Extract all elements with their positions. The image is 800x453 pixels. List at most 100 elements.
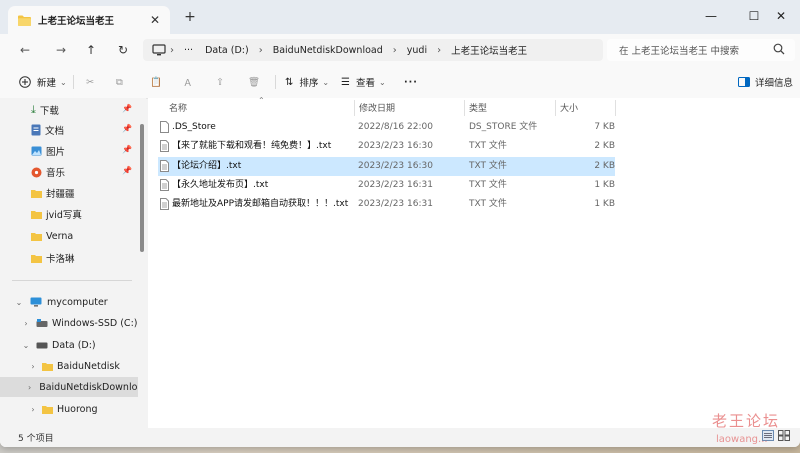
sidebar-item-label: BaiduNetdiskDownload	[39, 381, 138, 393]
sidebar-item-baidunetdisk[interactable]: › BaiduNetdisk	[0, 356, 138, 376]
details-pane-button[interactable]: 详细信息	[738, 73, 793, 91]
cut-button[interactable]: ✂	[86, 73, 94, 91]
sidebar-item-huorong[interactable]: › Huorong	[0, 399, 138, 419]
column-header-date[interactable]: 修改日期	[359, 98, 395, 116]
chevron-right-icon[interactable]: ›	[28, 383, 31, 392]
pin-icon[interactable]: 📌	[122, 124, 132, 133]
breadcrumb-baidunetdiskdownload[interactable]: BaiduNetdiskDownload	[267, 45, 389, 56]
view-label: 查看	[355, 78, 375, 89]
folder-icon	[31, 232, 42, 241]
sidebar-item-folder[interactable]: 封疆疆	[0, 183, 138, 203]
pin-icon[interactable]: 📌	[122, 145, 132, 154]
column-header-size[interactable]: 大小	[560, 98, 578, 116]
forward-button[interactable]: →	[50, 40, 72, 60]
refresh-button[interactable]: ↻	[112, 40, 134, 60]
breadcrumb-current[interactable]: 上老王论坛当老王	[445, 43, 533, 57]
file-list: ⌃ 名称 修改日期 类型 大小 .DS_Store 2022/8/16 22:0…	[148, 96, 800, 428]
chevron-down-icon: ⌄	[60, 77, 67, 87]
breadcrumb-yudi[interactable]: yudi	[401, 45, 433, 56]
table-row[interactable]: .DS_Store 2022/8/16 22:00 DS_STORE 文件 7 …	[158, 118, 615, 137]
up-button[interactable]: ↑	[80, 40, 102, 60]
new-tab-button[interactable]: +	[180, 9, 200, 27]
tiles-view-icon[interactable]	[778, 430, 790, 441]
chevron-right-icon: ›	[258, 44, 263, 56]
view-list-icon: ☰	[341, 76, 350, 88]
scrollbar-thumb[interactable]	[140, 124, 144, 252]
sidebar-item-baidunetdiskdownload[interactable]: › BaiduNetdiskDownload	[0, 377, 138, 397]
sidebar-item-pictures[interactable]: 图片 📌	[0, 141, 138, 161]
chevron-down-icon[interactable]: ⌄	[21, 341, 31, 350]
sidebar-item-folder[interactable]: Verna	[0, 226, 138, 246]
sidebar-item-c-drive[interactable]: › Windows-SSD (C:)	[0, 313, 138, 333]
folder-icon	[31, 210, 42, 219]
chevron-right-icon[interactable]: ›	[28, 362, 38, 371]
text-file-icon	[160, 179, 169, 191]
tab-current-folder[interactable]: 上老王论坛当老王 ✕	[8, 6, 170, 34]
delete-button[interactable]: 🗑	[248, 73, 260, 91]
more-options-button[interactable]: ···	[404, 73, 418, 91]
text-file-icon	[160, 140, 169, 152]
table-row[interactable]: 【永久地址发布页】.txt 2023/2/23 16:31 TXT 文件 1 K…	[158, 176, 615, 195]
sidebar-item-folder[interactable]: jvid写真	[0, 204, 138, 224]
file-type: TXT 文件	[469, 180, 507, 190]
sidebar-item-folder[interactable]: 卡洛琳	[0, 248, 138, 268]
chevron-right-icon[interactable]: ›	[21, 319, 31, 328]
file-explorer-window: 上老王论坛当老王 ✕ + — ☐ ✕ ← → ↑ ↻ › ··· Data (D…	[0, 0, 800, 447]
text-file-icon	[160, 198, 169, 210]
column-header-type[interactable]: 类型	[469, 98, 487, 116]
rename-icon: Ａ	[183, 78, 193, 89]
sort-button[interactable]: ⇅ 排序 ⌄	[285, 73, 329, 91]
document-icon	[31, 124, 41, 136]
file-type: DS_STORE 文件	[469, 122, 538, 132]
column-divider[interactable]	[555, 100, 556, 116]
plus-circle-icon	[19, 76, 31, 88]
sidebar-item-d-drive[interactable]: ⌄ Data (D:)	[0, 335, 138, 355]
table-row[interactable]: 最新地址及APP请发邮箱自动获取！！！.txt 2023/2/23 16:31 …	[158, 195, 615, 214]
column-divider[interactable]	[615, 100, 616, 116]
command-bar: 新建 ⌄ ✂ ⧉ 📋 Ａ ⇪ 🗑 ⇅ 排序 ⌄ ☰ 查看 ⌄ ··· 详细信息	[0, 66, 800, 99]
chevron-down-icon: ⌄	[322, 77, 330, 87]
sidebar-item-music[interactable]: 音乐 📌	[0, 162, 138, 182]
sidebar-item-documents[interactable]: 文档 📌	[0, 120, 138, 140]
folder-icon	[31, 189, 42, 198]
computer-icon	[30, 297, 42, 307]
table-row-selected[interactable]: 【论坛介绍】.txt 2023/2/23 16:30 TXT 文件 2 KB	[158, 157, 615, 176]
sidebar-item-label: BaiduNetdisk	[57, 360, 120, 372]
pin-icon[interactable]: 📌	[122, 104, 132, 113]
back-button[interactable]: ←	[14, 40, 36, 60]
watermark-text: 老王论坛	[712, 412, 781, 430]
breadcrumb-more[interactable]: ···	[178, 45, 199, 56]
file-type: TXT 文件	[469, 199, 507, 209]
view-button[interactable]: ☰ 查看 ⌄	[341, 73, 386, 91]
breadcrumb-data-drive[interactable]: Data (D:)	[199, 45, 255, 56]
search-box[interactable]: 在 上老王论坛当老王 中搜索	[607, 39, 795, 61]
pin-icon[interactable]: 📌	[122, 166, 132, 175]
folder-icon	[42, 405, 53, 414]
sidebar-item-downloads[interactable]: ⤓ 下载 📌	[0, 100, 138, 120]
column-divider[interactable]	[354, 100, 355, 116]
paste-button[interactable]: 📋	[150, 73, 162, 91]
column-header-name[interactable]: 名称	[169, 98, 187, 116]
rename-button[interactable]: Ａ	[183, 73, 193, 91]
file-name: 【永久地址发布页】.txt	[172, 180, 269, 190]
drive-icon	[36, 318, 48, 327]
sidebar-item-mycomputer[interactable]: ⌄ mycomputer	[0, 292, 138, 312]
chevron-right-icon[interactable]: ›	[28, 405, 38, 414]
navigation-scrollbar[interactable]	[138, 98, 146, 428]
share-button[interactable]: ⇪	[216, 73, 224, 91]
close-window-button[interactable]: ✕	[762, 4, 800, 28]
trash-icon: 🗑	[248, 76, 261, 88]
drive-icon	[36, 342, 48, 348]
divider	[12, 280, 132, 281]
minimize-button[interactable]: —	[692, 4, 730, 28]
new-button[interactable]: 新建 ⌄	[19, 73, 67, 91]
address-bar[interactable]: › ··· Data (D:) › BaiduNetdiskDownload ›…	[143, 39, 603, 61]
navigation-pane: ⤓ 下载 📌 文档 📌 图片 📌 音乐 📌 封疆疆 jvid写真 Verna 卡…	[0, 98, 138, 447]
column-divider[interactable]	[464, 100, 465, 116]
folder-icon	[31, 254, 42, 263]
table-row[interactable]: 【来了就能下载和观看！纯免费！】.txt 2023/2/23 16:30 TXT…	[158, 137, 615, 156]
copy-button[interactable]: ⧉	[116, 73, 123, 91]
tab-close-icon[interactable]: ✕	[146, 13, 164, 27]
chevron-down-icon[interactable]: ⌄	[14, 298, 24, 307]
details-label: 详细信息	[755, 78, 794, 89]
